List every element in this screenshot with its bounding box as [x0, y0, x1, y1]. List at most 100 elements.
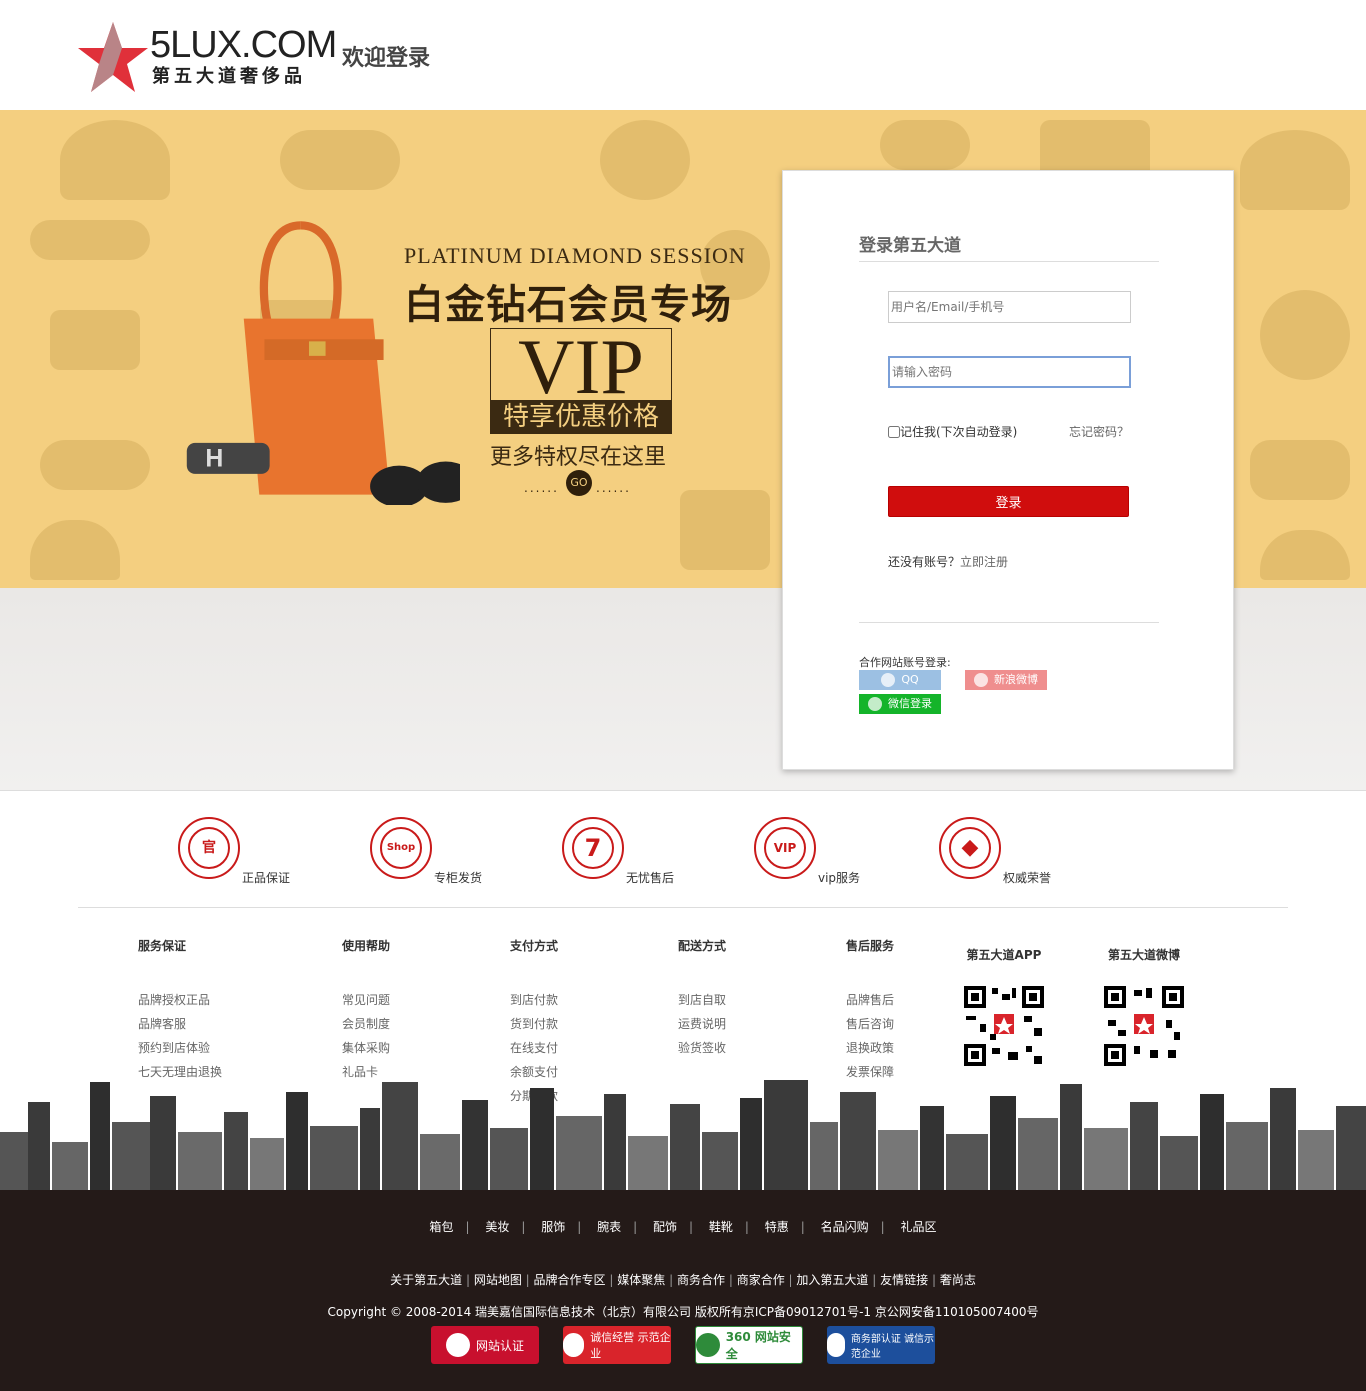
- footer-nav-link[interactable]: 特惠: [765, 1220, 789, 1234]
- password-input[interactable]: [888, 356, 1131, 388]
- service-guarantees: 官 正品保证 Shop 专柜发货 7 无忧售后 VIP vip服务 ◆ 权威荣誉: [0, 790, 1366, 908]
- footer-link[interactable]: 会员制度: [342, 1012, 390, 1036]
- site-logo[interactable]: 5LUX.COM 第五大道奢侈品: [78, 18, 337, 96]
- footer-nav-link[interactable]: 媒体聚焦: [617, 1273, 665, 1287]
- badge-360-security[interactable]: 360 网站安全: [695, 1326, 803, 1364]
- promo-english-title: PLATINUM DIAMOND SESSION: [404, 243, 746, 268]
- weibo-login-button[interactable]: 新浪微博: [965, 670, 1047, 690]
- footer-link[interactable]: 货到付款: [510, 1012, 558, 1036]
- footer-link[interactable]: 到店自取: [678, 988, 726, 1012]
- qr-title: 第五大道APP: [966, 948, 1042, 962]
- go-dots-right: ......: [596, 481, 631, 495]
- shop-truck-icon: Shop: [370, 817, 432, 879]
- remember-label: 记住我(下次自动登录): [900, 425, 1018, 439]
- username-input[interactable]: [888, 291, 1131, 323]
- star-logo-icon: [78, 22, 148, 92]
- footer-nav-link[interactable]: 美妆: [485, 1220, 509, 1234]
- commerce-seal-icon: [827, 1333, 845, 1357]
- service-label: 无忧售后: [626, 871, 675, 885]
- column-title: 使用帮助: [342, 939, 391, 953]
- city-skyline-image: [0, 1060, 1366, 1192]
- footer-nav-link[interactable]: 网站地图: [474, 1273, 522, 1287]
- remember-me[interactable]: 记住我(下次自动登录): [888, 423, 1017, 440]
- badge-label: 诚信经营 示范企业: [590, 1331, 671, 1360]
- divider: [78, 907, 1288, 908]
- authentic-icon: 官: [178, 817, 240, 879]
- promo-more-text: 更多特权尽在这里: [490, 445, 667, 470]
- qq-login-button[interactable]: QQ: [859, 670, 941, 690]
- footer-link[interactable]: 品牌客服: [138, 1012, 222, 1036]
- qq-icon: [881, 673, 896, 687]
- forgot-password-link[interactable]: 忘记密码？: [1069, 423, 1129, 440]
- register-link[interactable]: 立即注册: [960, 555, 1008, 569]
- service-label: 专柜发货: [434, 871, 483, 885]
- divider: [859, 261, 1159, 262]
- divider: [859, 622, 1159, 623]
- footer-link[interactable]: 预约到店体验: [138, 1036, 222, 1060]
- footer-link[interactable]: 常见问题: [342, 988, 390, 1012]
- footer-column-delivery: 配送方式 到店自取 运费说明 验货签收: [678, 937, 726, 1060]
- qr-title: 第五大道微博: [1107, 948, 1180, 962]
- footer-nav-link[interactable]: 名品闪购: [821, 1220, 869, 1234]
- corporate-nav: 关于第五大道 | 网站地图 | 品牌合作专区 | 媒体聚焦 | 商务合作 | 商…: [390, 1273, 976, 1287]
- category-nav: 箱包 | 美妆 | 服饰 | 腕表 | 配饰 | 鞋靴 | 特惠 | 名品闪购 | 礼品区: [429, 1220, 937, 1234]
- footer-link[interactable]: 品牌授权正品: [138, 988, 222, 1012]
- badge-commerce-cert[interactable]: 商务部认证 诚信示范企业: [827, 1326, 935, 1364]
- site-header: 5LUX.COM 第五大道奢侈品 欢迎登录: [0, 0, 1366, 110]
- footer-link[interactable]: 售后咨询: [846, 1012, 894, 1036]
- footer-nav-link[interactable]: 友情链接: [880, 1273, 928, 1287]
- weibo-label: 新浪微博: [994, 673, 1038, 686]
- footer-link[interactable]: 退换政策: [846, 1036, 894, 1060]
- footer-nav-link[interactable]: 服饰: [541, 1220, 565, 1234]
- footer-nav-link[interactable]: 鞋靴: [709, 1220, 733, 1234]
- footer-link[interactable]: 运费说明: [678, 1012, 726, 1036]
- footer-nav-link[interactable]: 商务合作: [677, 1273, 725, 1287]
- shield-icon: [696, 1333, 720, 1357]
- qr-code-icon[interactable]: [964, 986, 1044, 1066]
- column-title: 支付方式: [510, 939, 559, 953]
- go-dots-left: ......: [524, 481, 559, 495]
- badge-integrity[interactable]: 诚信经营 示范企业: [563, 1326, 671, 1364]
- copyright: Copyright © 2008-2014 瑞美嘉信国际信息技术（北京）有限公司…: [327, 1305, 1039, 1319]
- qr-weibo: 第五大道微博: [1104, 946, 1189, 1066]
- wechat-label: 微信登录: [888, 697, 932, 710]
- login-panel: 登录第五大道 记住我(下次自动登录) 忘记密码？ 登录 还没有账号？立即注册 合…: [782, 170, 1234, 770]
- footer-nav-link[interactable]: 关于第五大道: [390, 1273, 462, 1287]
- footer-nav-link[interactable]: 腕表: [597, 1220, 621, 1234]
- footer-nav-link[interactable]: 配饰: [653, 1220, 677, 1234]
- footer-link[interactable]: 到店付款: [510, 988, 558, 1012]
- no-account-text: 还没有账号？: [888, 555, 961, 569]
- badge-site-verified[interactable]: 网站认证: [431, 1326, 539, 1364]
- footer-link[interactable]: 验货签收: [678, 1036, 726, 1060]
- promo-tag: 特享优惠价格: [490, 400, 672, 434]
- logo-text: 5LUX.COM: [150, 24, 337, 66]
- column-title: 配送方式: [678, 939, 727, 953]
- wechat-login-button[interactable]: 微信登录: [859, 694, 941, 714]
- footer-link[interactable]: 在线支付: [510, 1036, 558, 1060]
- footer-link[interactable]: 集体采购: [342, 1036, 390, 1060]
- qr-app: 第五大道APP: [964, 946, 1049, 1066]
- badge-label: 网站认证: [475, 1338, 524, 1353]
- column-title: 服务保证: [138, 939, 187, 953]
- footer-nav-link[interactable]: 商家合作: [737, 1273, 785, 1287]
- qr-code-icon[interactable]: [1104, 986, 1184, 1066]
- footer-link[interactable]: 品牌售后: [846, 988, 894, 1012]
- remember-checkbox[interactable]: [888, 425, 900, 438]
- badge-label: 商务部认证 诚信示范企业: [850, 1334, 935, 1360]
- page-title: 欢迎登录: [342, 46, 431, 71]
- register-prompt: 还没有账号？立即注册: [888, 553, 1008, 570]
- login-button[interactable]: 登录: [888, 486, 1129, 517]
- go-link[interactable]: ...... GO ......: [524, 470, 634, 496]
- promo-chinese-title: 白金钻石会员专场: [404, 282, 732, 327]
- wechat-icon: [868, 697, 882, 711]
- footer-nav-link[interactable]: 品牌合作专区: [534, 1273, 606, 1287]
- honor-icon: ◆: [939, 817, 1001, 879]
- go-button[interactable]: GO: [566, 470, 592, 496]
- service-label: vip服务: [818, 871, 861, 885]
- footer-nav-link[interactable]: 加入第五大道: [796, 1273, 868, 1287]
- footer-nav-link[interactable]: 奢尚志: [940, 1273, 976, 1287]
- footer-nav-link[interactable]: 礼品区: [901, 1220, 937, 1234]
- service-label: 权威荣誉: [1003, 871, 1052, 885]
- footer-nav-link[interactable]: 箱包: [429, 1220, 453, 1234]
- partner-login-label: 合作网站账号登录:: [859, 656, 951, 669]
